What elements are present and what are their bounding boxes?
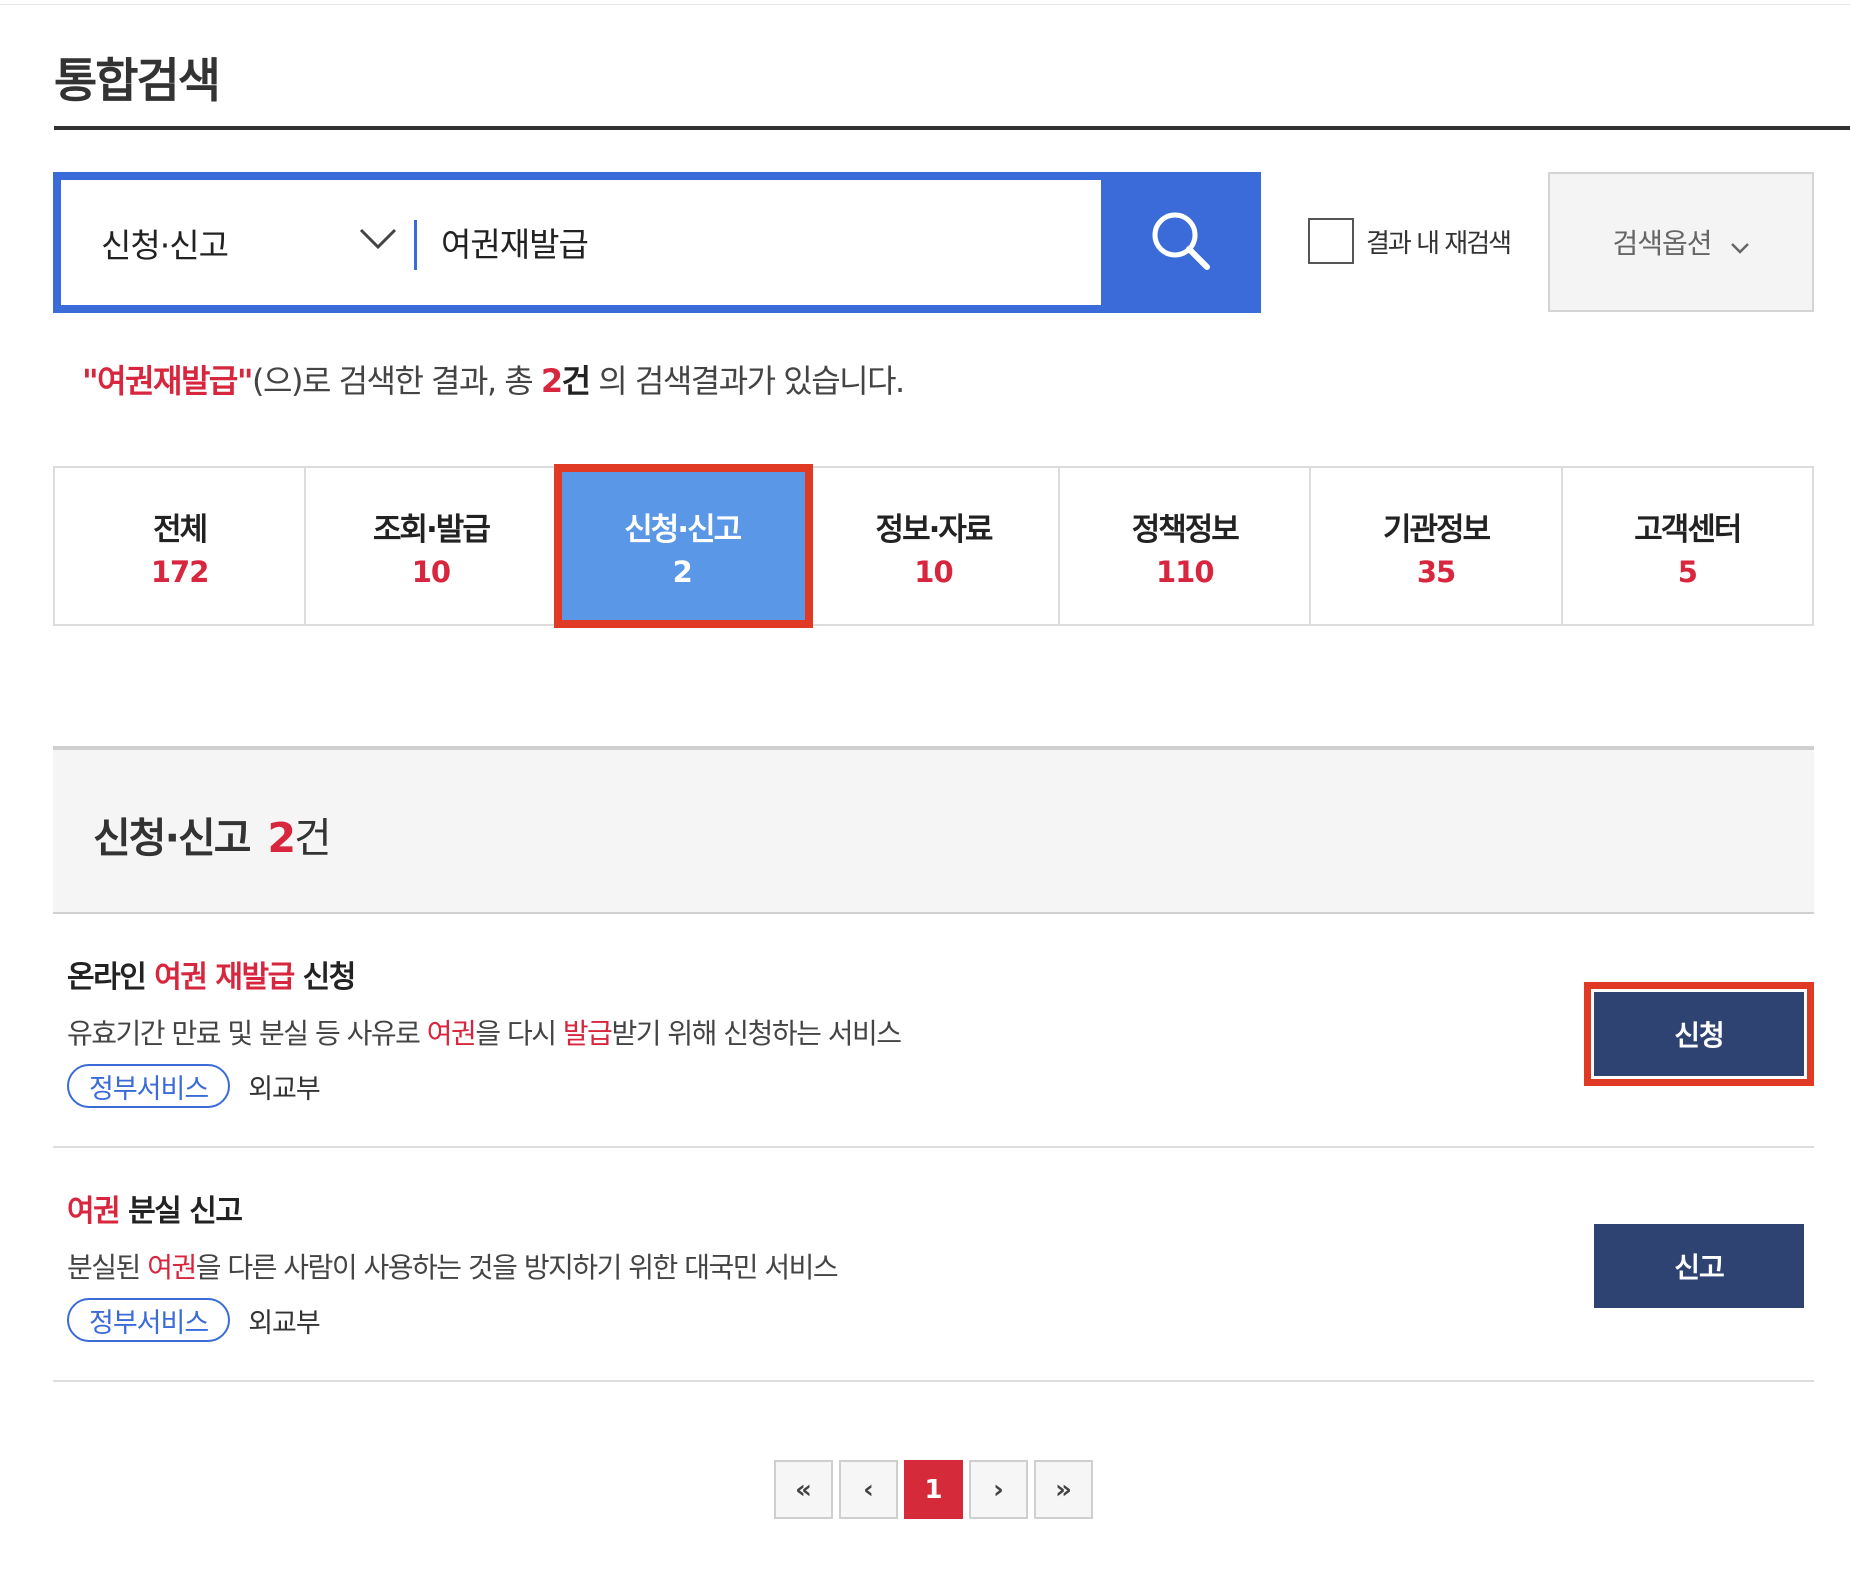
result-description: 분실된 여권을 다른 사람이 사용하는 것을 방지하기 위한 대국민 서비스 [67,1251,839,1284]
prev-page-button[interactable]: ‹ [839,1460,898,1519]
tab-application-report[interactable]: 신청·신고 2 [553,464,813,628]
search-input[interactable] [441,208,1131,276]
result-meta: 정부서비스 외교부 [67,1298,321,1342]
service-badge: 정부서비스 [67,1298,231,1342]
pagination: « ‹ 1 › » [774,1460,1093,1519]
tab-agency-info[interactable]: 기관정보 35 [1311,468,1563,624]
search-options-button[interactable]: 검색옵션 [1548,172,1814,312]
result-count: 2 [540,362,563,400]
top-divider [0,0,1850,5]
service-badge: 정부서비스 [67,1064,231,1108]
category-select[interactable]: 신청·신고 [101,180,431,305]
section-count: 2 [267,814,295,862]
search-button[interactable] [1101,172,1261,313]
result-description: 유효기간 만료 및 분실 등 사유로 여권을 다시 발급받기 위해 신청하는 서… [67,1017,902,1050]
organization: 외교부 [248,1307,321,1339]
current-page[interactable]: 1 [904,1460,963,1519]
search-box: 신청·신고 [53,172,1261,313]
result-meta: 정부서비스 외교부 [67,1064,321,1108]
apply-button[interactable]: 신청 [1584,982,1814,1086]
first-page-button[interactable]: « [774,1460,833,1519]
category-tabs: 전체 172 조회·발급 10 신청·신고 2 정보·자료 10 정책정보 11… [53,464,1814,628]
result-keyword: 여권재발급 [97,362,238,400]
research-label: 결과 내 재검색 [1366,228,1512,259]
last-page-button[interactable]: » [1034,1460,1093,1519]
organization: 외교부 [248,1073,321,1105]
category-select-label: 신청·신고 [101,225,229,265]
list-item: 여권 분실 신고 분실된 여권을 다른 사람이 사용하는 것을 방지하기 위한 … [53,1150,1814,1382]
search-options-label: 검색옵션 [1612,227,1712,260]
chevron-down-icon [1730,228,1750,261]
section-header: 신청·신고 2건 [53,746,1814,914]
result-title[interactable]: 온라인 여권 재발급 신청 [67,952,356,996]
section-title: 신청·신고 2건 [93,814,332,862]
report-button[interactable]: 신고 [1594,1224,1804,1308]
tab-all[interactable]: 전체 172 [55,468,307,624]
chevron-down-icon [359,228,397,254]
search-icon [1149,209,1213,276]
tab-policy-info[interactable]: 정책정보 110 [1060,468,1312,624]
research-checkbox[interactable] [1308,218,1354,264]
tab-inquiry-issue[interactable]: 조회·발급 10 [306,468,558,624]
research-in-results[interactable]: 결과 내 재검색 [1308,218,1512,264]
page-title: 통합검색 [54,54,221,109]
result-title[interactable]: 여권 분실 신고 [67,1186,243,1230]
list-item: 온라인 여권 재발급 신청 유효기간 만료 및 분실 등 사유로 여권을 다시 … [53,916,1814,1148]
result-summary: "여권재발급"(으)로 검색한 결과, 총 2건 의 검색결과가 있습니다. [82,362,905,400]
tab-customer-center[interactable]: 고객센터 5 [1562,468,1812,624]
search-divider [414,220,417,270]
title-rule [54,126,1850,130]
tab-info-data[interactable]: 정보·자료 10 [808,468,1061,624]
next-page-button[interactable]: › [969,1460,1028,1519]
